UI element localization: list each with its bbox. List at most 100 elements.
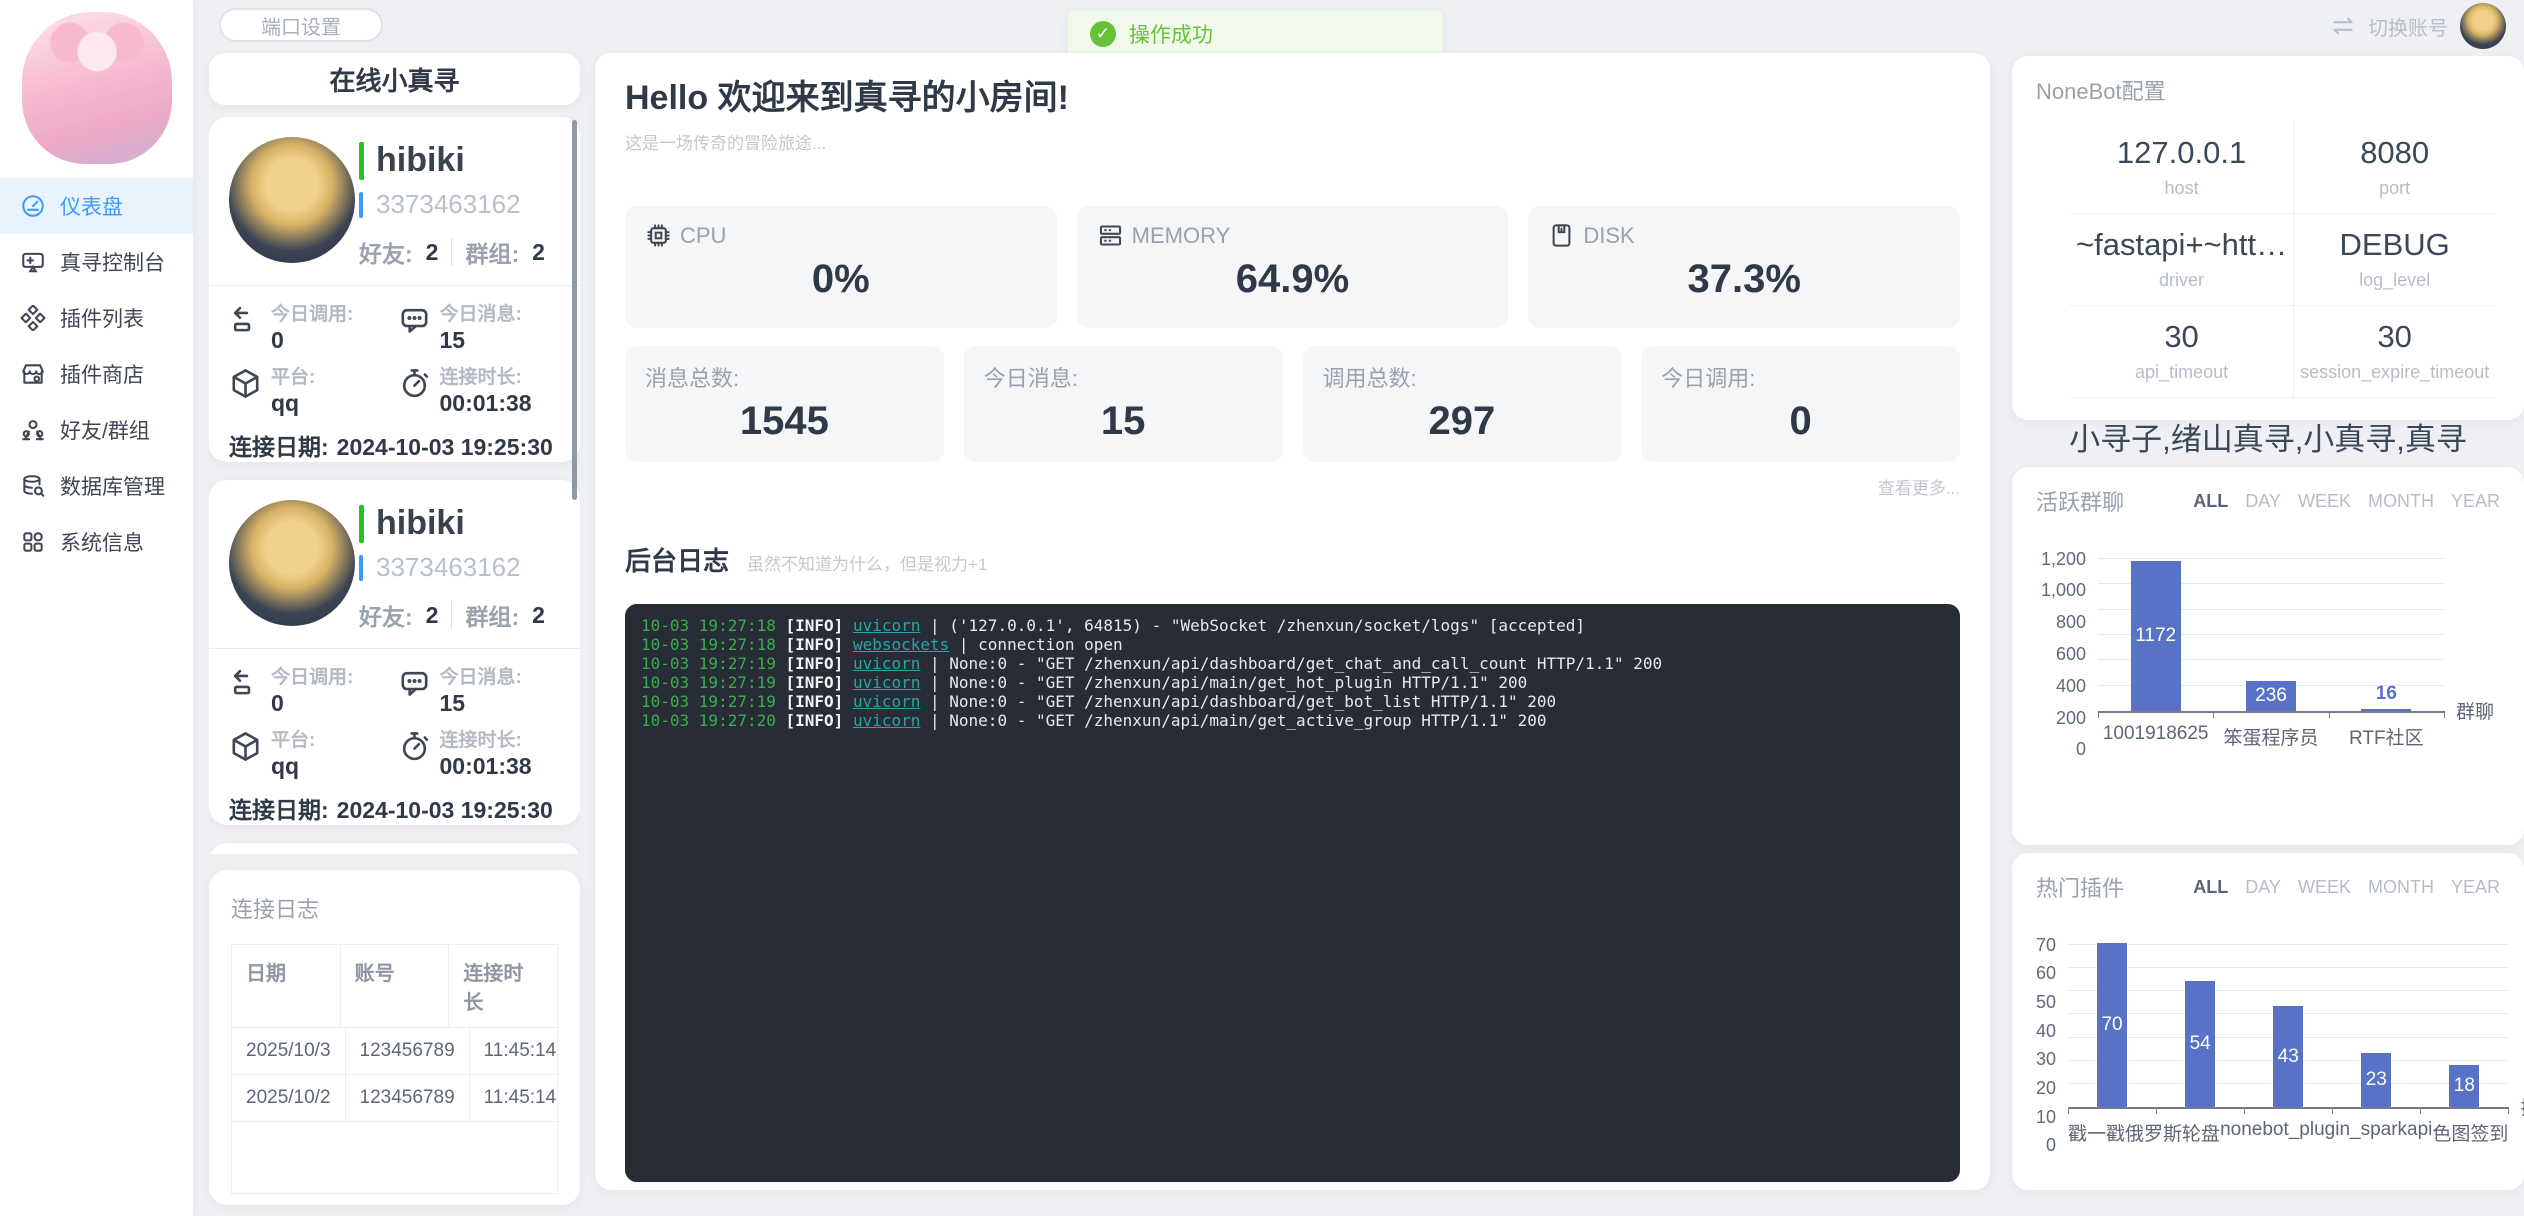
active-groups-chart-panel: 活跃群聊 ALLDAYWEEKMONTHYEAR 1,2001,00080060… <box>2012 467 2524 845</box>
bar-slot: 1172 <box>2098 559 2213 711</box>
period-tabs: ALL DAY WEEK MONTH YEAR <box>2193 491 2500 512</box>
table-row: 2025/10/2 123456789 11:45:14 <box>232 1075 557 1122</box>
friends-label: 好友: <box>359 598 413 632</box>
bot-id: 3373463162 <box>376 552 521 583</box>
message-bubble-icon <box>398 667 431 700</box>
bot-list[interactable]: hibiki 3373463162 好友:2 群组:2 今日调用:0 今日消息:… <box>209 117 580 854</box>
log-source-link: uvicorn <box>853 692 920 711</box>
x-tick <box>2332 1107 2333 1114</box>
friends-label: 好友: <box>359 235 413 269</box>
bar-slot: 18 <box>2420 945 2508 1107</box>
log-line: 10-03 19:27:19 [INFO] uvicorn | None:0 -… <box>641 692 1944 711</box>
period-tab-all[interactable]: ALL <box>2193 877 2228 898</box>
disk-card: DISK 37.3% <box>1528 206 1960 328</box>
sidebar-item-dashboard[interactable]: 仪表盘 <box>0 178 193 234</box>
period-tab-day[interactable]: DAY <box>2245 877 2281 898</box>
bot-list-scrollbar[interactable] <box>572 120 577 500</box>
switch-account-button[interactable]: 切换账号 <box>2330 1 2506 51</box>
sidebar-item-database[interactable]: 数据库管理 <box>0 458 193 514</box>
sidebar-item-label: 插件商店 <box>60 359 144 389</box>
port-label: port <box>2300 178 2489 199</box>
sidebar-item-friends-groups[interactable]: 好友/群组 <box>0 402 193 458</box>
today-calls-value: 0 <box>1661 399 1940 444</box>
bar-value-label: 70 <box>2101 1014 2122 1036</box>
memory-value: 64.9% <box>1097 257 1489 302</box>
log-timestamp: 10-03 19:27:19 <box>641 673 786 692</box>
stat-cards-row: 消息总数: 1545 今日消息: 15 调用总数: 297 今日调用: 0 <box>625 346 1960 462</box>
log-message: | None:0 - "GET /zhenxun/api/main/get_ho… <box>920 673 1527 692</box>
cell-account: 123456789 <box>346 1028 470 1074</box>
api-timeout-label: api_timeout <box>2076 362 2287 383</box>
period-tab-week[interactable]: WEEK <box>2298 491 2351 512</box>
system-cards-row: CPU 0% MEMORY 64.9% DISK 37.3% <box>625 206 1960 328</box>
online-bots-title: 在线小真寻 <box>209 53 580 105</box>
sidebar: 仪表盘 真寻控制台 插件列表 插件商店 好友/群组 数据库管理 <box>0 0 193 1216</box>
logo-avatar <box>22 12 172 164</box>
divider <box>451 238 452 266</box>
log-message: | None:0 - "GET /zhenxun/api/main/get_ac… <box>920 711 1546 730</box>
sidebar-item-plugin-list[interactable]: 插件列表 <box>0 290 193 346</box>
period-tab-year[interactable]: YEAR <box>2451 491 2500 512</box>
sidebar-item-system-info[interactable]: 系统信息 <box>0 514 193 570</box>
disk-value: 37.3% <box>1548 257 1940 302</box>
log-line: 10-03 19:27:18 [INFO] uvicorn | ('127.0.… <box>641 616 1944 635</box>
port-settings-button[interactable]: 端口设置 <box>219 8 383 42</box>
total-calls-value: 297 <box>1323 399 1602 444</box>
period-tab-all[interactable]: ALL <box>2193 491 2228 512</box>
x-tick <box>2244 1107 2245 1114</box>
log-source-link: uvicorn <box>853 673 920 692</box>
check-circle-icon: ✓ <box>1090 21 1116 47</box>
period-tab-year[interactable]: YEAR <box>2451 877 2500 898</box>
log-source-link: uvicorn <box>853 654 920 673</box>
period-tab-week[interactable]: WEEK <box>2298 877 2351 898</box>
x-tick <box>2420 1107 2421 1114</box>
nickname-value: 小寻子,绪山真寻,小真寻,真寻 <box>2036 414 2500 459</box>
log-timestamp: 10-03 19:27:18 <box>641 616 786 635</box>
port-value: 8080 <box>2300 135 2489 171</box>
total-messages-card: 消息总数: 1545 <box>625 346 944 462</box>
disk-drive-icon <box>1548 222 1575 249</box>
online-status-bar <box>359 505 364 543</box>
backend-log-subtitle: 虽然不知道为什么，但是视力+1 <box>747 550 987 575</box>
hot-plugins-chart-panel: 热门插件 ALLDAYWEEKMONTHYEAR 706050403020100… <box>2012 853 2524 1190</box>
online-status-bar <box>359 142 364 180</box>
friends-count: 2 <box>426 602 439 629</box>
view-more-link[interactable]: 查看更多... <box>625 474 1960 499</box>
log-level: [INFO] <box>786 711 853 730</box>
connection-log-table: 日期 账号 连接时长 2025/10/3 123456789 11:45:14 … <box>231 944 558 1194</box>
bar-RTF社区 <box>2361 709 2411 711</box>
sidebar-item-label: 好友/群组 <box>60 415 150 445</box>
console-log[interactable]: 10-03 19:27:18 [INFO] uvicorn | ('127.0.… <box>625 604 1960 1182</box>
bar-slot: 70 <box>2068 945 2156 1107</box>
x-category-label: 色图 <box>2432 1119 2470 1146</box>
sidebar-item-plugin-store[interactable]: 插件商店 <box>0 346 193 402</box>
page-subtitle: 这是一场传奇的冒险旅途... <box>625 129 1960 154</box>
config-grid: 127.0.0.1host 8080port ~fastapi+~htt…dri… <box>2070 122 2466 398</box>
friends-groups-icon <box>20 417 46 443</box>
cpu-label: CPU <box>680 223 726 249</box>
today-calls-card: 今日调用: 0 <box>1641 346 1960 462</box>
config-log-level: DEBUGlog_level <box>2294 214 2495 306</box>
period-tab-month[interactable]: MONTH <box>2368 877 2434 898</box>
plot-area: 117223616 <box>2098 559 2444 713</box>
config-session-expire: 30session_expire_timeout <box>2294 306 2495 398</box>
bot-name: hibiki <box>376 504 465 543</box>
x-tick <box>2213 711 2214 718</box>
bot-id: 3373463162 <box>376 189 521 220</box>
bar-value-label: 23 <box>2366 1069 2387 1091</box>
dashboard-gauge-icon <box>20 193 46 219</box>
log-timestamp: 10-03 19:27:20 <box>641 711 786 730</box>
bar-slot: 43 <box>2244 945 2332 1107</box>
today-messages-label: 今日消息: <box>440 662 522 689</box>
x-tick <box>2156 1107 2157 1114</box>
cpu-value: 0% <box>645 257 1037 302</box>
log-message: | connection open <box>949 635 1122 654</box>
period-tab-month[interactable]: MONTH <box>2368 491 2434 512</box>
connect-date-label: 连接日期: <box>229 797 329 823</box>
sidebar-item-console[interactable]: 真寻控制台 <box>0 234 193 290</box>
bot-avatar <box>229 137 355 263</box>
nonebot-config-title: NoneBot配置 <box>2036 74 2500 106</box>
period-tab-day[interactable]: DAY <box>2245 491 2281 512</box>
success-toast: ✓ 操作成功 <box>1067 9 1444 58</box>
user-avatar[interactable] <box>2460 3 2506 49</box>
